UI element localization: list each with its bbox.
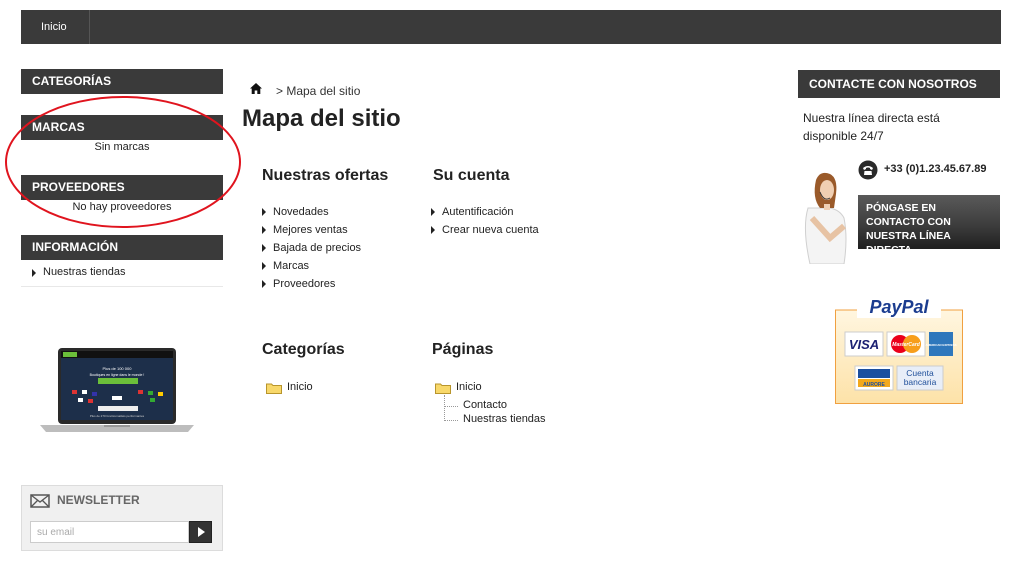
- tree-item-label: Contacto: [463, 399, 508, 411]
- account-links: Autentificación Crear nueva cuenta: [431, 206, 539, 242]
- bullet-arrow-icon: [32, 269, 36, 277]
- account-title: Su cuenta: [433, 167, 510, 184]
- laptop-headline-1: Plus de 100 000: [103, 366, 133, 371]
- link-label: Proveedores: [273, 278, 336, 290]
- bullet-arrow-icon: [262, 244, 266, 252]
- top-navigation: Inicio: [21, 10, 1001, 44]
- newsletter-submit-button[interactable]: [189, 521, 212, 543]
- pages-tree: Inicio Contacto Nuestras tiendas: [435, 381, 546, 427]
- contact-hotline-button[interactable]: PÓNGASE EN CONTACTO CON NUESTRA LÍNEA DI…: [858, 195, 1000, 256]
- categories-heading[interactable]: CATEGORÍAS: [21, 69, 223, 94]
- laptop-banner[interactable]: Plus de 100 000 Boutiques en ligne dans …: [38, 348, 196, 432]
- bullet-arrow-icon: [431, 226, 435, 234]
- paypal-logo: PayPal: [869, 297, 929, 317]
- link-label: Crear nueva cuenta: [442, 224, 539, 236]
- newsletter-email-input[interactable]: [30, 521, 189, 543]
- laptop-headline-2: Boutiques en ligne dans le monde !: [90, 373, 145, 377]
- link-suppliers[interactable]: Proveedores: [262, 278, 361, 296]
- tree-item-contact[interactable]: Contacto: [435, 399, 546, 413]
- home-icon[interactable]: [250, 83, 262, 94]
- tree-connector: [444, 420, 458, 421]
- envelope-icon: [30, 494, 50, 508]
- link-create-account[interactable]: Crear nueva cuenta: [431, 224, 539, 242]
- page-title: Mapa del sitio: [242, 105, 401, 132]
- link-price-drop[interactable]: Bajada de precios: [262, 242, 361, 260]
- offers-links: Novedades Mejores ventas Bajada de preci…: [262, 206, 361, 296]
- folder-icon: [435, 383, 451, 394]
- categories-title: Categorías: [262, 341, 345, 358]
- nav-home[interactable]: Inicio: [21, 10, 90, 44]
- tree-root-label: Inicio: [456, 381, 482, 393]
- pages-title: Páginas: [432, 341, 494, 358]
- link-label: Bajada de precios: [273, 242, 362, 254]
- tree-root-home[interactable]: Inicio: [266, 381, 313, 399]
- contact-text: Nuestra línea directa está disponible 24…: [803, 111, 940, 143]
- newsletter-title: NEWSLETTER: [57, 493, 140, 507]
- bullet-arrow-icon: [262, 208, 266, 216]
- phone-icon: [858, 160, 878, 180]
- info-link-stores[interactable]: Nuestras tiendas: [21, 266, 223, 287]
- tree-root-home[interactable]: Inicio: [435, 381, 546, 399]
- bank-transfer-label: Cuenta bancaria: [904, 368, 937, 387]
- offers-title: Nuestras ofertas: [262, 167, 389, 184]
- link-new-products[interactable]: Novedades: [262, 206, 361, 224]
- annotation-ellipse: [5, 96, 241, 228]
- folder-icon: [266, 383, 282, 394]
- breadcrumb-current: > Mapa del sitio: [276, 84, 361, 98]
- aurora-logo: AURORE: [863, 382, 885, 388]
- categories-tree: Inicio: [266, 381, 313, 399]
- bullet-arrow-icon: [262, 226, 266, 234]
- link-label: Marcas: [273, 260, 310, 272]
- newsletter-block: NEWSLETTER: [21, 485, 223, 551]
- link-best-sales[interactable]: Mejores ventas: [262, 224, 361, 242]
- tree-root-label: Inicio: [287, 381, 313, 393]
- information-heading[interactable]: INFORMACIÓN: [21, 235, 223, 260]
- visa-logo: VISA: [849, 337, 879, 352]
- link-authentication[interactable]: Autentificación: [431, 206, 539, 224]
- link-brands[interactable]: Marcas: [262, 260, 361, 278]
- tree-item-label: Nuestras tiendas: [463, 413, 546, 425]
- amex-logo: AMERICAN EXPRESS: [925, 343, 956, 347]
- mastercard-logo: MasterCard: [892, 342, 920, 348]
- bullet-arrow-icon: [431, 208, 435, 216]
- link-label: Mejores ventas: [273, 224, 348, 236]
- link-label: Autentificación: [442, 206, 514, 218]
- link-label: Novedades: [273, 206, 329, 218]
- contact-heading: CONTACTE CON NOSOTROS: [798, 70, 1000, 98]
- play-icon: [198, 527, 205, 537]
- support-agent-avatar: [804, 172, 847, 264]
- payment-methods-banner: PayPal VISA MasterCard AMERICAN EXPRESS …: [835, 296, 963, 404]
- bullet-arrow-icon: [262, 262, 266, 270]
- tree-connector: [444, 406, 458, 407]
- phone-number: +33 (0)1.23.45.67.89: [884, 163, 987, 175]
- tree-item-stores[interactable]: Nuestras tiendas: [435, 413, 546, 427]
- info-link-label: Nuestras tiendas: [43, 266, 126, 278]
- bullet-arrow-icon: [262, 280, 266, 288]
- laptop-tagline: Plus de 270 fonctionnalités performantes: [90, 414, 145, 418]
